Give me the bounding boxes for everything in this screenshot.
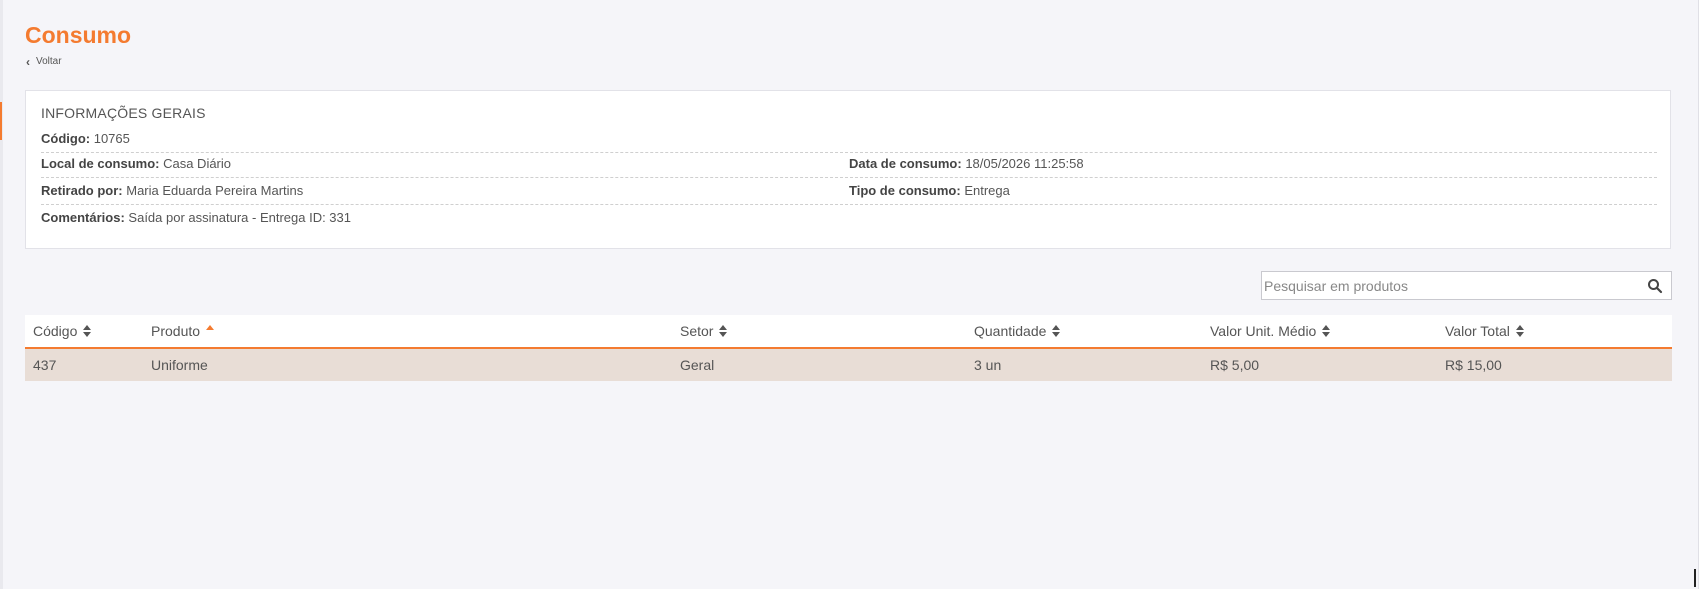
cell-valor-total: R$ 15,00 [1445,357,1502,373]
sort-icon [719,325,728,337]
column-header-label: Valor Unit. Médio [1210,323,1317,339]
column-header-label: Valor Total [1445,323,1510,339]
products-table: Código Produto Setor Quantidade Valor Un… [25,315,1672,381]
info-tipo: Tipo de consumo: Entrega [849,183,1657,198]
sort-asc-icon [206,325,215,337]
sidebar-active-indicator [0,102,2,140]
cell-codigo: 437 [33,357,57,373]
local-label: Local de consumo: [41,156,160,171]
info-row-retirado-tipo: Retirado por: Maria Eduarda Pereira Mart… [41,177,1657,205]
search-input[interactable] [1264,272,1634,299]
cell-valor-unit: R$ 5,00 [1210,357,1260,373]
column-header-codigo[interactable]: Código [33,315,92,347]
info-row-local-data: Local de consumo: Casa Diário Data de co… [41,150,1657,178]
product-search[interactable] [1261,271,1672,300]
info-local: Local de consumo: Casa Diário [41,156,849,171]
sort-icon [83,325,92,337]
back-link[interactable]: ‹ Voltar [26,54,62,69]
retirado-label: Retirado por: [41,183,123,198]
left-edge [0,0,3,589]
column-header-produto[interactable]: Produto [151,315,215,347]
info-row-comentarios: Comentários: Saída por assinatura - Entr… [41,204,1657,231]
general-info-heading: INFORMAÇÕES GERAIS [41,105,206,121]
column-header-valor-unit[interactable]: Valor Unit. Médio [1210,315,1331,347]
tipo-value: Entrega [964,183,1010,198]
sort-icon [1515,325,1524,337]
retirado-value: Maria Eduarda Pereira Martins [126,183,304,198]
info-codigo: Código: 10765 [41,131,849,146]
comentarios-value: Saída por assinatura - Entrega ID: 331 [128,210,351,225]
table-header: Código Produto Setor Quantidade Valor Un… [25,315,1672,349]
data-label: Data de consumo: [849,156,962,171]
cell-setor: Geral [680,357,715,373]
info-data: Data de consumo: 18/05/2026 11:25:58 [849,156,1657,171]
codigo-value: 10765 [93,131,130,146]
column-header-quantidade[interactable]: Quantidade [974,315,1061,347]
general-info-card: INFORMAÇÕES GERAIS Código: 10765 Local d… [25,90,1671,249]
data-value: 18/05/2026 11:25:58 [965,156,1084,171]
codigo-label: Código: [41,131,91,146]
table-row[interactable]: 437 Uniforme Geral 3 un R$ 5,00 R$ 15,00 [25,349,1672,381]
page-title: Consumo [25,22,132,48]
column-header-label: Produto [151,323,201,339]
search-icon[interactable] [1647,278,1663,294]
cell-quantidade: 3 un [974,357,1002,373]
text-cursor-mark [1694,569,1696,587]
tipo-label: Tipo de consumo: [849,183,961,198]
comentarios-label: Comentários: [41,210,125,225]
column-header-label: Quantidade [974,323,1047,339]
info-row-codigo: Código: 10765 [41,125,1657,153]
sort-icon [1322,325,1331,337]
column-header-label: Código [33,323,78,339]
column-header-valor-total[interactable]: Valor Total [1445,315,1524,347]
sort-icon [1052,325,1061,337]
local-value: Casa Diário [163,156,232,171]
info-retirado: Retirado por: Maria Eduarda Pereira Mart… [41,183,849,198]
chevron-left-icon: ‹ [26,54,30,69]
column-header-setor[interactable]: Setor [680,315,728,347]
info-comentarios: Comentários: Saída por assinatura - Entr… [41,210,1241,225]
cell-produto: Uniforme [151,357,208,373]
back-link-label: Voltar [36,56,62,67]
column-header-label: Setor [680,323,714,339]
